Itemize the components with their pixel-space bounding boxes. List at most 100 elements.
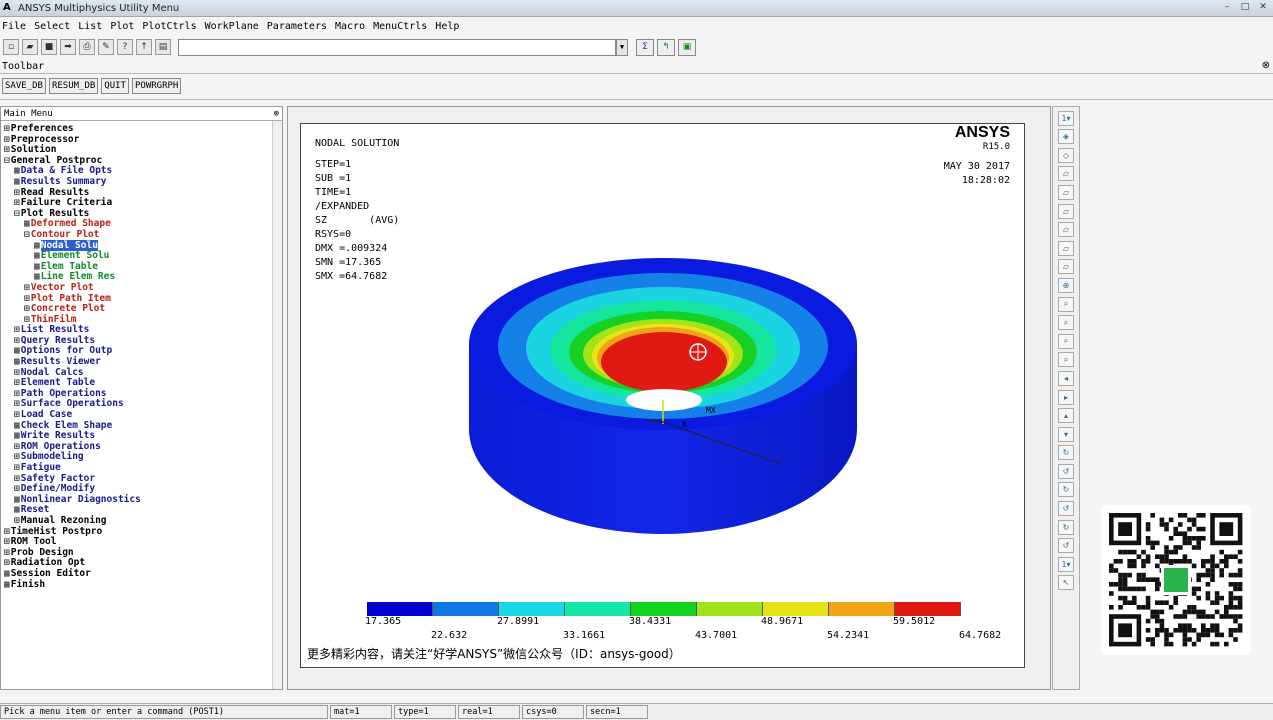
zoom-icon[interactable]: ⌕ <box>1058 296 1074 312</box>
window-select-icon[interactable]: 1▾ <box>1058 110 1074 126</box>
zoom-in-icon[interactable]: ⌕ <box>1058 333 1074 349</box>
main-menu-item[interactable]: ▦Session Editor <box>4 567 282 580</box>
right-view-icon[interactable]: ▱ <box>1058 259 1074 275</box>
toolbar-label: Toolbar <box>2 61 45 72</box>
powergraph-button[interactable]: POWRGRPH <box>131 78 182 94</box>
legend-value: 22.632 <box>431 630 468 641</box>
menu-workplane[interactable]: WorkPlane <box>205 21 259 32</box>
tree-expander-icon: ⊞ <box>14 366 20 378</box>
main-menu-scrollbar[interactable] <box>272 121 282 689</box>
menu-list[interactable]: List <box>78 21 102 32</box>
qr-code-icon <box>1109 513 1243 647</box>
main-menu-item-label: Options for Outp <box>20 345 113 357</box>
main-menu-item-label: ThinFilm <box>30 313 77 325</box>
raise-hidden-icon[interactable]: ↑ <box>136 39 152 55</box>
maximize-button[interactable]: □ <box>1239 2 1251 13</box>
toolbar-close-icon[interactable]: ⊗ <box>1262 60 1270 71</box>
rotate-y-neg-icon[interactable]: ↺ <box>1058 501 1074 517</box>
zoom-out-icon[interactable]: ⌕ <box>1058 352 1074 368</box>
menu-leaf-icon: ▦ <box>4 578 10 590</box>
tree-expander-icon: ⊞ <box>4 536 10 548</box>
menu-leaf-icon: ▦ <box>24 218 30 230</box>
plot-area[interactable]: NODAL SOLUTION STEP=1 SUB =1 TIME=1/EXPAND… <box>300 123 1025 668</box>
dynamic-mode-icon[interactable]: ↖ <box>1058 575 1074 591</box>
box-zoom-icon[interactable]: ⌕ <box>1058 315 1074 331</box>
rotate-x-pos-icon[interactable]: ↻ <box>1058 445 1074 461</box>
oblique-view-icon[interactable]: ◇ <box>1058 147 1074 163</box>
main-menu-header: Main Menu ⊗ <box>1 107 282 121</box>
mx-label: MX <box>706 406 716 415</box>
main-menu-item[interactable]: ▦Finish <box>4 578 282 591</box>
resume-db-button[interactable]: RESUM_DB <box>48 78 99 94</box>
help-icon[interactable]: ? <box>117 39 133 55</box>
menu-leaf-icon: ▦ <box>14 165 20 177</box>
menu-bar: File Select List Plot PlotCtrls WorkPlan… <box>0 17 1273 35</box>
main-menu-item-label: Element Solu <box>40 250 110 262</box>
fit-view-icon[interactable]: ⊕ <box>1058 277 1074 293</box>
tree-expander-icon: ⊞ <box>4 133 10 145</box>
legend-swatch <box>433 602 499 616</box>
rotate-y-pos-icon[interactable]: ↻ <box>1058 482 1074 498</box>
tree-expander-icon: ⊟ <box>14 207 20 219</box>
pan-right-icon[interactable]: ▸ <box>1058 389 1074 405</box>
main-menu-item-label: Failure Criteria <box>20 197 113 209</box>
menu-plotctrls[interactable]: PlotCtrls <box>142 21 196 32</box>
tree-expander-icon: ⊞ <box>14 398 20 410</box>
menu-macro[interactable]: Macro <box>335 21 365 32</box>
pan-left-icon[interactable]: ◂ <box>1058 370 1074 386</box>
main-menu-item-label: Radiation Opt <box>10 557 86 569</box>
main-menu-item-label: Preferences <box>10 123 74 134</box>
main-menu-item-label: Query Results <box>20 334 96 346</box>
open-folder-icon[interactable]: ▰ <box>22 39 38 55</box>
main-menu-close-icon[interactable]: ⊗ <box>274 109 279 119</box>
legend-swatch <box>895 602 961 616</box>
pan-up-icon[interactable]: ▴ <box>1058 408 1074 424</box>
menu-file[interactable]: File <box>2 21 26 32</box>
rotate-z-pos-icon[interactable]: ↻ <box>1058 519 1074 535</box>
status-csys: csys=0 <box>522 705 584 719</box>
status-mat: mat=1 <box>330 705 392 719</box>
menu-help[interactable]: Help <box>435 21 459 32</box>
legend-swatch <box>829 602 895 616</box>
bottom-view-icon[interactable]: ▱ <box>1058 222 1074 238</box>
menu-leaf-icon: ▦ <box>14 430 20 442</box>
rate-select-icon[interactable]: 1▾ <box>1058 556 1074 572</box>
menu-menuctrls[interactable]: MenuCtrls <box>373 21 427 32</box>
main-menu-item-label: Session Editor <box>10 567 91 579</box>
unknown-tool-icon[interactable]: ↰ <box>657 38 675 56</box>
menu-parameters[interactable]: Parameters <box>267 21 327 32</box>
left-view-icon[interactable]: ▱ <box>1058 240 1074 256</box>
ansys-logo-icon: A <box>3 2 11 13</box>
save-db-button[interactable]: SAVE_DB <box>2 78 46 94</box>
minimize-button[interactable]: – <box>1221 2 1233 13</box>
menu-select[interactable]: Select <box>34 21 70 32</box>
print-icon[interactable]: ⎙ <box>79 39 95 55</box>
command-dropdown-button[interactable]: ▼ <box>616 38 628 56</box>
save-icon[interactable]: ■ <box>41 39 57 55</box>
legend-value: 54.2341 <box>827 630 870 641</box>
contour-model: X MX <box>469 258 857 534</box>
model-tool-icon[interactable]: ▣ <box>678 38 696 56</box>
pan-zoom-icon[interactable]: ➡ <box>60 39 76 55</box>
report-icon[interactable]: ✎ <box>98 39 114 55</box>
menu-plot[interactable]: Plot <box>110 21 134 32</box>
new-file-icon[interactable]: ▫ <box>3 39 19 55</box>
top-view-icon[interactable]: ▱ <box>1058 203 1074 219</box>
front-view-icon[interactable]: ▱ <box>1058 166 1074 182</box>
equation-icon[interactable]: Σ <box>636 38 654 56</box>
menu-leaf-icon: ▦ <box>34 250 40 262</box>
contact-manager-icon[interactable]: ▤ <box>155 39 171 55</box>
command-input[interactable] <box>178 38 616 56</box>
quit-button[interactable]: QUIT <box>101 78 129 94</box>
rotate-z-neg-icon[interactable]: ↺ <box>1058 538 1074 554</box>
legend-swatch <box>499 602 565 616</box>
tree-expander-icon: ⊞ <box>14 387 20 399</box>
main-menu-item[interactable]: ⊟Contour Plot <box>4 229 282 241</box>
pan-down-icon[interactable]: ▾ <box>1058 426 1074 442</box>
tree-expander-icon: ⊞ <box>14 409 20 421</box>
main-menu-item-label: Plot Results <box>20 207 90 219</box>
back-view-icon[interactable]: ▱ <box>1058 184 1074 200</box>
close-button[interactable]: ✕ <box>1257 2 1269 13</box>
rotate-x-neg-icon[interactable]: ↺ <box>1058 463 1074 479</box>
iso-view-icon[interactable]: ◈ <box>1058 129 1074 145</box>
